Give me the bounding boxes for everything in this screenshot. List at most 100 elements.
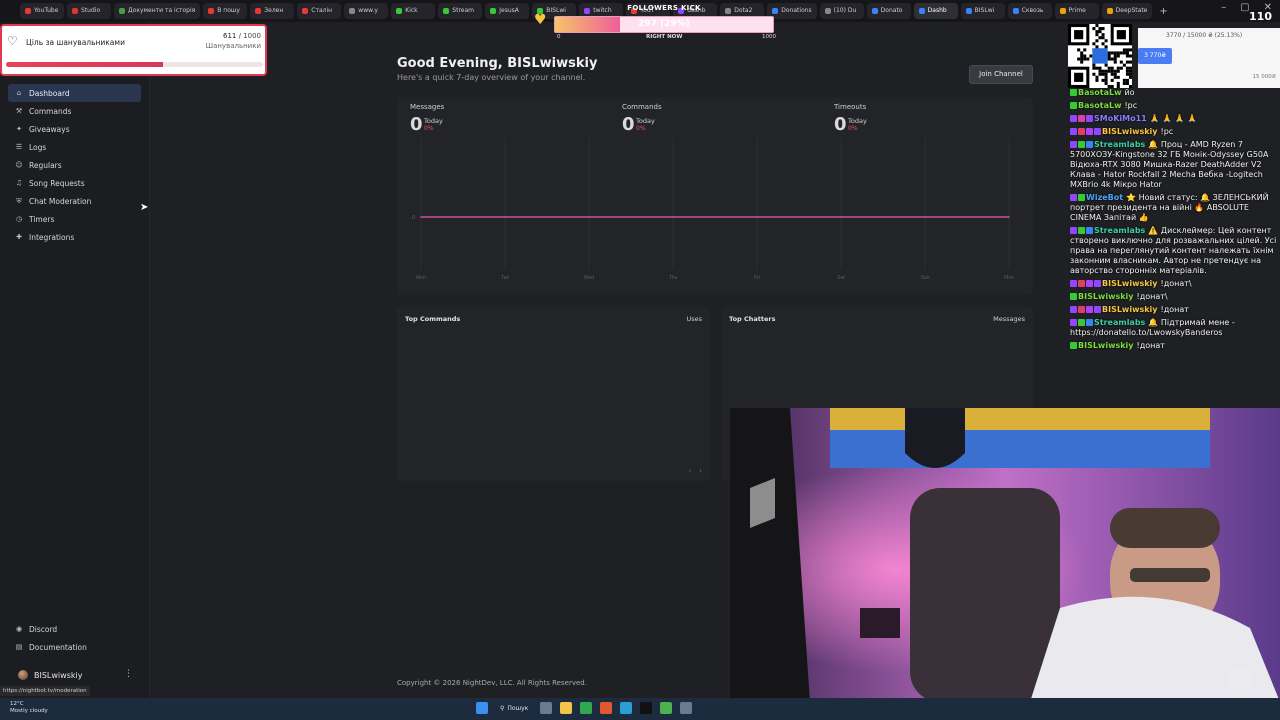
- sidebar-item-documentation[interactable]: ▤ Documentation: [8, 638, 141, 656]
- file-explorer-icon[interactable]: [560, 702, 573, 714]
- join-channel-button[interactable]: Join Channel: [969, 65, 1033, 84]
- goal-title: Ціль за шанувальниками: [26, 38, 125, 47]
- chat-badge-icon: [1078, 227, 1085, 234]
- sidebar-item-giveaways[interactable]: ✦ Giveaways: [8, 120, 141, 138]
- chat-message: Streamlabs ⚠️ Дисклеймер: Цей контент ств…: [1070, 226, 1280, 276]
- browser-tab[interactable]: Dashb: [913, 3, 958, 19]
- screen: YouTube Studio Документи та історія В пошу З…: [0, 0, 1280, 720]
- telegram-icon[interactable]: [620, 702, 633, 714]
- sidebar-item-regulars[interactable]: ☺ Regulars: [8, 156, 141, 174]
- chart-point: [1008, 216, 1010, 218]
- browser-tab[interactable]: www.y: [344, 3, 389, 19]
- top-chatters-messages-header: Messages: [993, 315, 1025, 323]
- browser-tab[interactable]: Kick: [391, 3, 436, 19]
- firefox-icon[interactable]: [600, 702, 613, 714]
- donation-progress-text: 3770 / 15000 ₴ (25.13%): [1166, 32, 1243, 39]
- page-title: Good Evening, BISLwiwskiy: [397, 56, 598, 71]
- qr-code: [1068, 24, 1132, 88]
- x-tick-label: Mon: [1004, 275, 1014, 281]
- chart-point: [756, 216, 758, 218]
- overlay-counter: 110: [1249, 10, 1272, 23]
- chat-username: BISLwiwskiy: [1078, 292, 1134, 301]
- chevron-left-icon[interactable]: ‹: [688, 467, 691, 475]
- top-commands-uses-header: Uses: [686, 315, 702, 323]
- tab-label: Сталін: [311, 7, 333, 14]
- chat-username: BISLwiwskiy: [1078, 341, 1134, 350]
- taskbar-search[interactable]: ⚲ Пошук: [496, 705, 532, 712]
- chat-badge-icon: [1070, 89, 1077, 96]
- chat-text: !донат\: [1136, 292, 1168, 301]
- chat-username: WizeBot: [1086, 193, 1124, 202]
- browser-tab[interactable]: Donato: [866, 3, 911, 19]
- chat-badge-icon: [1070, 194, 1077, 201]
- chat-message: BISLwiwskiy !донат: [1070, 341, 1280, 351]
- browser-tab[interactable]: BISLwi: [960, 3, 1005, 19]
- browser-app-icon[interactable]: [580, 702, 593, 714]
- x-tick-label: Sun: [921, 275, 930, 281]
- mouse-cursor: ➤: [140, 202, 149, 213]
- sidebar-item-song-requests[interactable]: ♫ Song Requests: [8, 174, 141, 192]
- weather-widget[interactable]: 12°C Mostly cloudy: [10, 701, 48, 715]
- sidebar-item-label: Integrations: [29, 232, 75, 242]
- obs-icon[interactable]: [640, 702, 653, 714]
- chevron-right-icon[interactable]: ›: [699, 467, 702, 475]
- weather-temp: 12°C: [10, 701, 24, 707]
- sidebar-item-chat-moderation[interactable]: ⛨ Chat Moderation: [8, 192, 141, 210]
- user-menu[interactable]: BISLwiwskiy ⋮: [8, 667, 141, 683]
- sidebar-item-dashboard[interactable]: ⌂ Dashboard: [8, 84, 141, 102]
- tab-label: JesusA: [499, 7, 519, 14]
- browser-tab[interactable]: DeepState: [1101, 3, 1153, 19]
- app-icon[interactable]: [660, 702, 673, 714]
- browser-tab[interactable]: YouTube: [20, 3, 64, 19]
- chat-message: SMoKiMo11 🙏 🙏 🙏 🙏: [1070, 114, 1280, 124]
- browser-tab[interactable]: Зелен: [250, 3, 295, 19]
- chat-badge-icon: [1078, 280, 1085, 287]
- browser-tab[interactable]: Studio: [67, 3, 111, 19]
- chat-badge-icon: [1070, 280, 1077, 287]
- task-view-icon[interactable]: [540, 702, 553, 714]
- tab-favicon-icon: [72, 8, 78, 14]
- chat-message: BISLwiwskiy !донат\: [1070, 292, 1280, 302]
- webcam-image: [730, 408, 1280, 702]
- browser-tab[interactable]: JesusA: [485, 3, 530, 19]
- sidebar-item-label: Regulars: [29, 160, 62, 170]
- minimize-icon[interactable]: –: [1221, 2, 1226, 13]
- browser-tab[interactable]: Документи та історія: [114, 3, 201, 19]
- donation-max: 15 000₴: [1252, 74, 1276, 80]
- new-tab-button[interactable]: +: [1159, 6, 1167, 17]
- browser-tab[interactable]: Prime: [1054, 3, 1099, 19]
- chat-username: BasotaLw: [1078, 101, 1122, 110]
- chat-badge-icon: [1070, 319, 1077, 326]
- sidebar: ⌂ Dashboard ⚒ Commands ✦ Giveaways ☰ Logs ☺ Regul…: [0, 22, 150, 698]
- clock-icon: ◷: [15, 215, 23, 223]
- browser-tab[interactable]: Сталін: [297, 3, 342, 19]
- sidebar-item-discord[interactable]: ◉ Discord: [8, 620, 141, 638]
- browser-tab[interactable]: Stream: [438, 3, 483, 19]
- browser-tab[interactable]: В пошу: [203, 3, 248, 19]
- more-options-icon[interactable]: ⋮: [124, 669, 133, 679]
- kick-min: 0: [557, 34, 561, 40]
- sidebar-item-timers[interactable]: ◷ Timers: [8, 210, 141, 228]
- tab-label: DeepState: [1115, 7, 1148, 14]
- browser-tab[interactable]: (10) Du: [819, 3, 864, 19]
- followers-kick-widget: FOLLOWERS KICK 297 (29%) 0 RIGHT NOW 100…: [552, 4, 776, 40]
- tab-favicon-icon: [25, 8, 31, 14]
- sidebar-item-label: Dashboard: [29, 88, 70, 98]
- sidebar-item-label: Commands: [29, 106, 72, 116]
- tab-label: Зелен: [264, 7, 284, 14]
- app-icon[interactable]: [680, 702, 693, 714]
- chart-point: [672, 216, 674, 218]
- windows-start-icon[interactable]: [476, 702, 488, 714]
- chat-overlay: BasotaLw йо BasotaLw !pc SMoKiMo11 🙏 🙏 🙏 🙏 BIS…: [1070, 88, 1280, 354]
- sidebar-item-commands[interactable]: ⚒ Commands: [8, 102, 141, 120]
- goal-count: 611 / 1000: [222, 32, 261, 40]
- sidebar-item-integrations[interactable]: ✚ Integrations: [8, 228, 141, 246]
- x-tick-label: Tue: [501, 275, 510, 281]
- kick-now-label: RIGHT NOW: [646, 34, 683, 40]
- tab-favicon-icon: [824, 8, 831, 14]
- chat-message: BISLwiwskiy !донат: [1070, 305, 1280, 315]
- wand-icon: ⚒: [15, 107, 23, 115]
- chat-badge-icon: [1078, 319, 1085, 326]
- sidebar-item-logs[interactable]: ☰ Logs: [8, 138, 141, 156]
- browser-tab[interactable]: Сквозь: [1007, 3, 1052, 19]
